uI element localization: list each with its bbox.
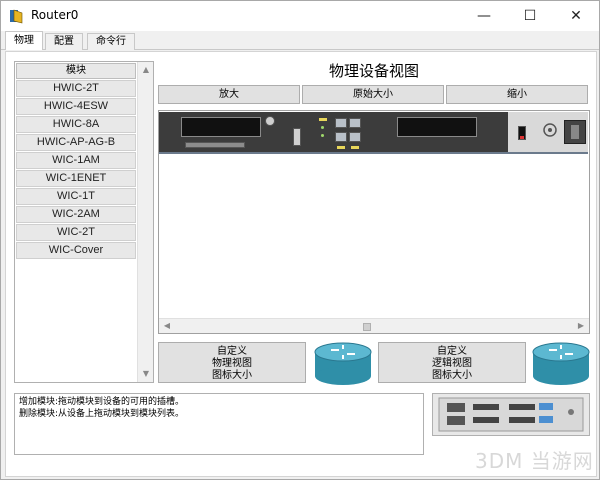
module-preview-image [432, 393, 590, 436]
module-list-scrollbar[interactable]: ▲ ▼ [137, 62, 153, 382]
ethernet-port-1[interactable] [349, 118, 361, 128]
module-item-hwic-4esw[interactable]: HWIC-4ESW [16, 98, 136, 115]
module-item-wic-1enet[interactable]: WIC-1ENET [16, 170, 136, 187]
maximize-button[interactable]: ☐ [507, 1, 553, 31]
physical-device-view: ◀ ▶ [158, 110, 590, 334]
module-list-header: 模块 [16, 63, 136, 79]
scroll-down-icon[interactable]: ▼ [138, 366, 154, 382]
window-title: Router0 [31, 8, 79, 22]
instruction-remove: 删除模块:从设备上拖动模块到模块列表。 [19, 409, 185, 419]
instruction-add: 增加模块:拖动模块到设备的可用的插槽。 [19, 397, 185, 407]
tab-bar: 物理 配置 命令行 [1, 31, 599, 50]
usb-port [293, 128, 301, 146]
zoom-in-button[interactable]: 放大 [158, 85, 300, 104]
hwic-slot-0[interactable] [181, 117, 261, 137]
ethernet-port-3[interactable] [349, 132, 361, 142]
button-label-line: 图标大小 [212, 370, 252, 381]
ethernet-port-2[interactable] [335, 132, 347, 142]
hwic-slot-1[interactable] [397, 117, 477, 137]
power-supply-panel [508, 112, 588, 152]
status-tag [337, 146, 345, 149]
power-led [520, 136, 524, 139]
button-label-line: 物理视图 [212, 358, 252, 369]
watermark: 3DM 当游网 [475, 449, 594, 473]
close-button[interactable]: ✕ [553, 1, 599, 31]
router-chassis-image[interactable] [159, 112, 588, 154]
customize-physical-icon-button[interactable]: 自定义 物理视图 图标大小 [158, 342, 306, 383]
ethernet-port-0[interactable] [335, 118, 347, 128]
status-led [321, 134, 324, 137]
minimize-button[interactable]: — [461, 1, 507, 31]
module-instructions: 增加模块:拖动模块到设备的可用的插槽。 删除模块:从设备上拖动模块到模块列表。 [14, 393, 424, 455]
packet-tracer-icon [10, 9, 23, 24]
module-item-wic-1t[interactable]: WIC-1T [16, 188, 136, 205]
zoom-out-button[interactable]: 缩小 [446, 85, 588, 104]
button-label-line: 自定义 [437, 346, 467, 357]
module-list: 模块 HWIC-2T HWIC-4ESW HWIC-8A HWIC-AP-AG-… [14, 61, 154, 383]
module-item-wic-1am[interactable]: WIC-1AM [16, 152, 136, 169]
original-size-button[interactable]: 原始大小 [302, 85, 444, 104]
button-label-line: 逻辑视图 [432, 358, 472, 369]
tab-config[interactable]: 配置 [45, 33, 83, 50]
router-icon [314, 342, 372, 385]
button-label-line: 自定义 [217, 346, 247, 357]
scroll-left-icon[interactable]: ◀ [159, 319, 175, 333]
module-item-hwic-2t[interactable]: HWIC-2T [16, 80, 136, 97]
hscroll-thumb[interactable] [363, 323, 371, 331]
customize-logical-icon-button[interactable]: 自定义 逻辑视图 图标大小 [378, 342, 526, 383]
power-socket[interactable] [564, 120, 586, 144]
tab-physical[interactable]: 物理 [5, 31, 43, 50]
usb-label-strip [185, 142, 245, 148]
title-bar: Router0 — ☐ ✕ [1, 1, 599, 31]
scroll-up-icon[interactable]: ▲ [138, 62, 154, 78]
status-tag [319, 118, 327, 121]
status-tag [351, 146, 359, 149]
device-view-hscrollbar[interactable]: ◀ ▶ [159, 318, 589, 333]
router-icon [532, 342, 590, 385]
router-window: Router0 — ☐ ✕ 物理 配置 命令行 模块 HWIC-2T HWIC-… [0, 0, 600, 480]
tab-cli[interactable]: 命令行 [87, 33, 135, 50]
module-item-wic-cover[interactable]: WIC-Cover [16, 242, 136, 259]
module-item-wic-2am[interactable]: WIC-2AM [16, 206, 136, 223]
console-port [265, 116, 275, 126]
module-item-hwic-ap-ag-b[interactable]: HWIC-AP-AG-B [16, 134, 136, 151]
scroll-right-icon[interactable]: ▶ [573, 319, 589, 333]
button-label-line: 图标大小 [432, 370, 472, 381]
module-preview-icon [438, 397, 584, 432]
status-led [321, 126, 324, 129]
physical-view-title: 物理设备视图 [328, 62, 419, 80]
module-item-wic-2t[interactable]: WIC-2T [16, 224, 136, 241]
fan-icon [543, 123, 557, 137]
module-item-hwic-8a[interactable]: HWIC-8A [16, 116, 136, 133]
physical-tab-content: 模块 HWIC-2T HWIC-4ESW HWIC-8A HWIC-AP-AG-… [5, 51, 597, 477]
